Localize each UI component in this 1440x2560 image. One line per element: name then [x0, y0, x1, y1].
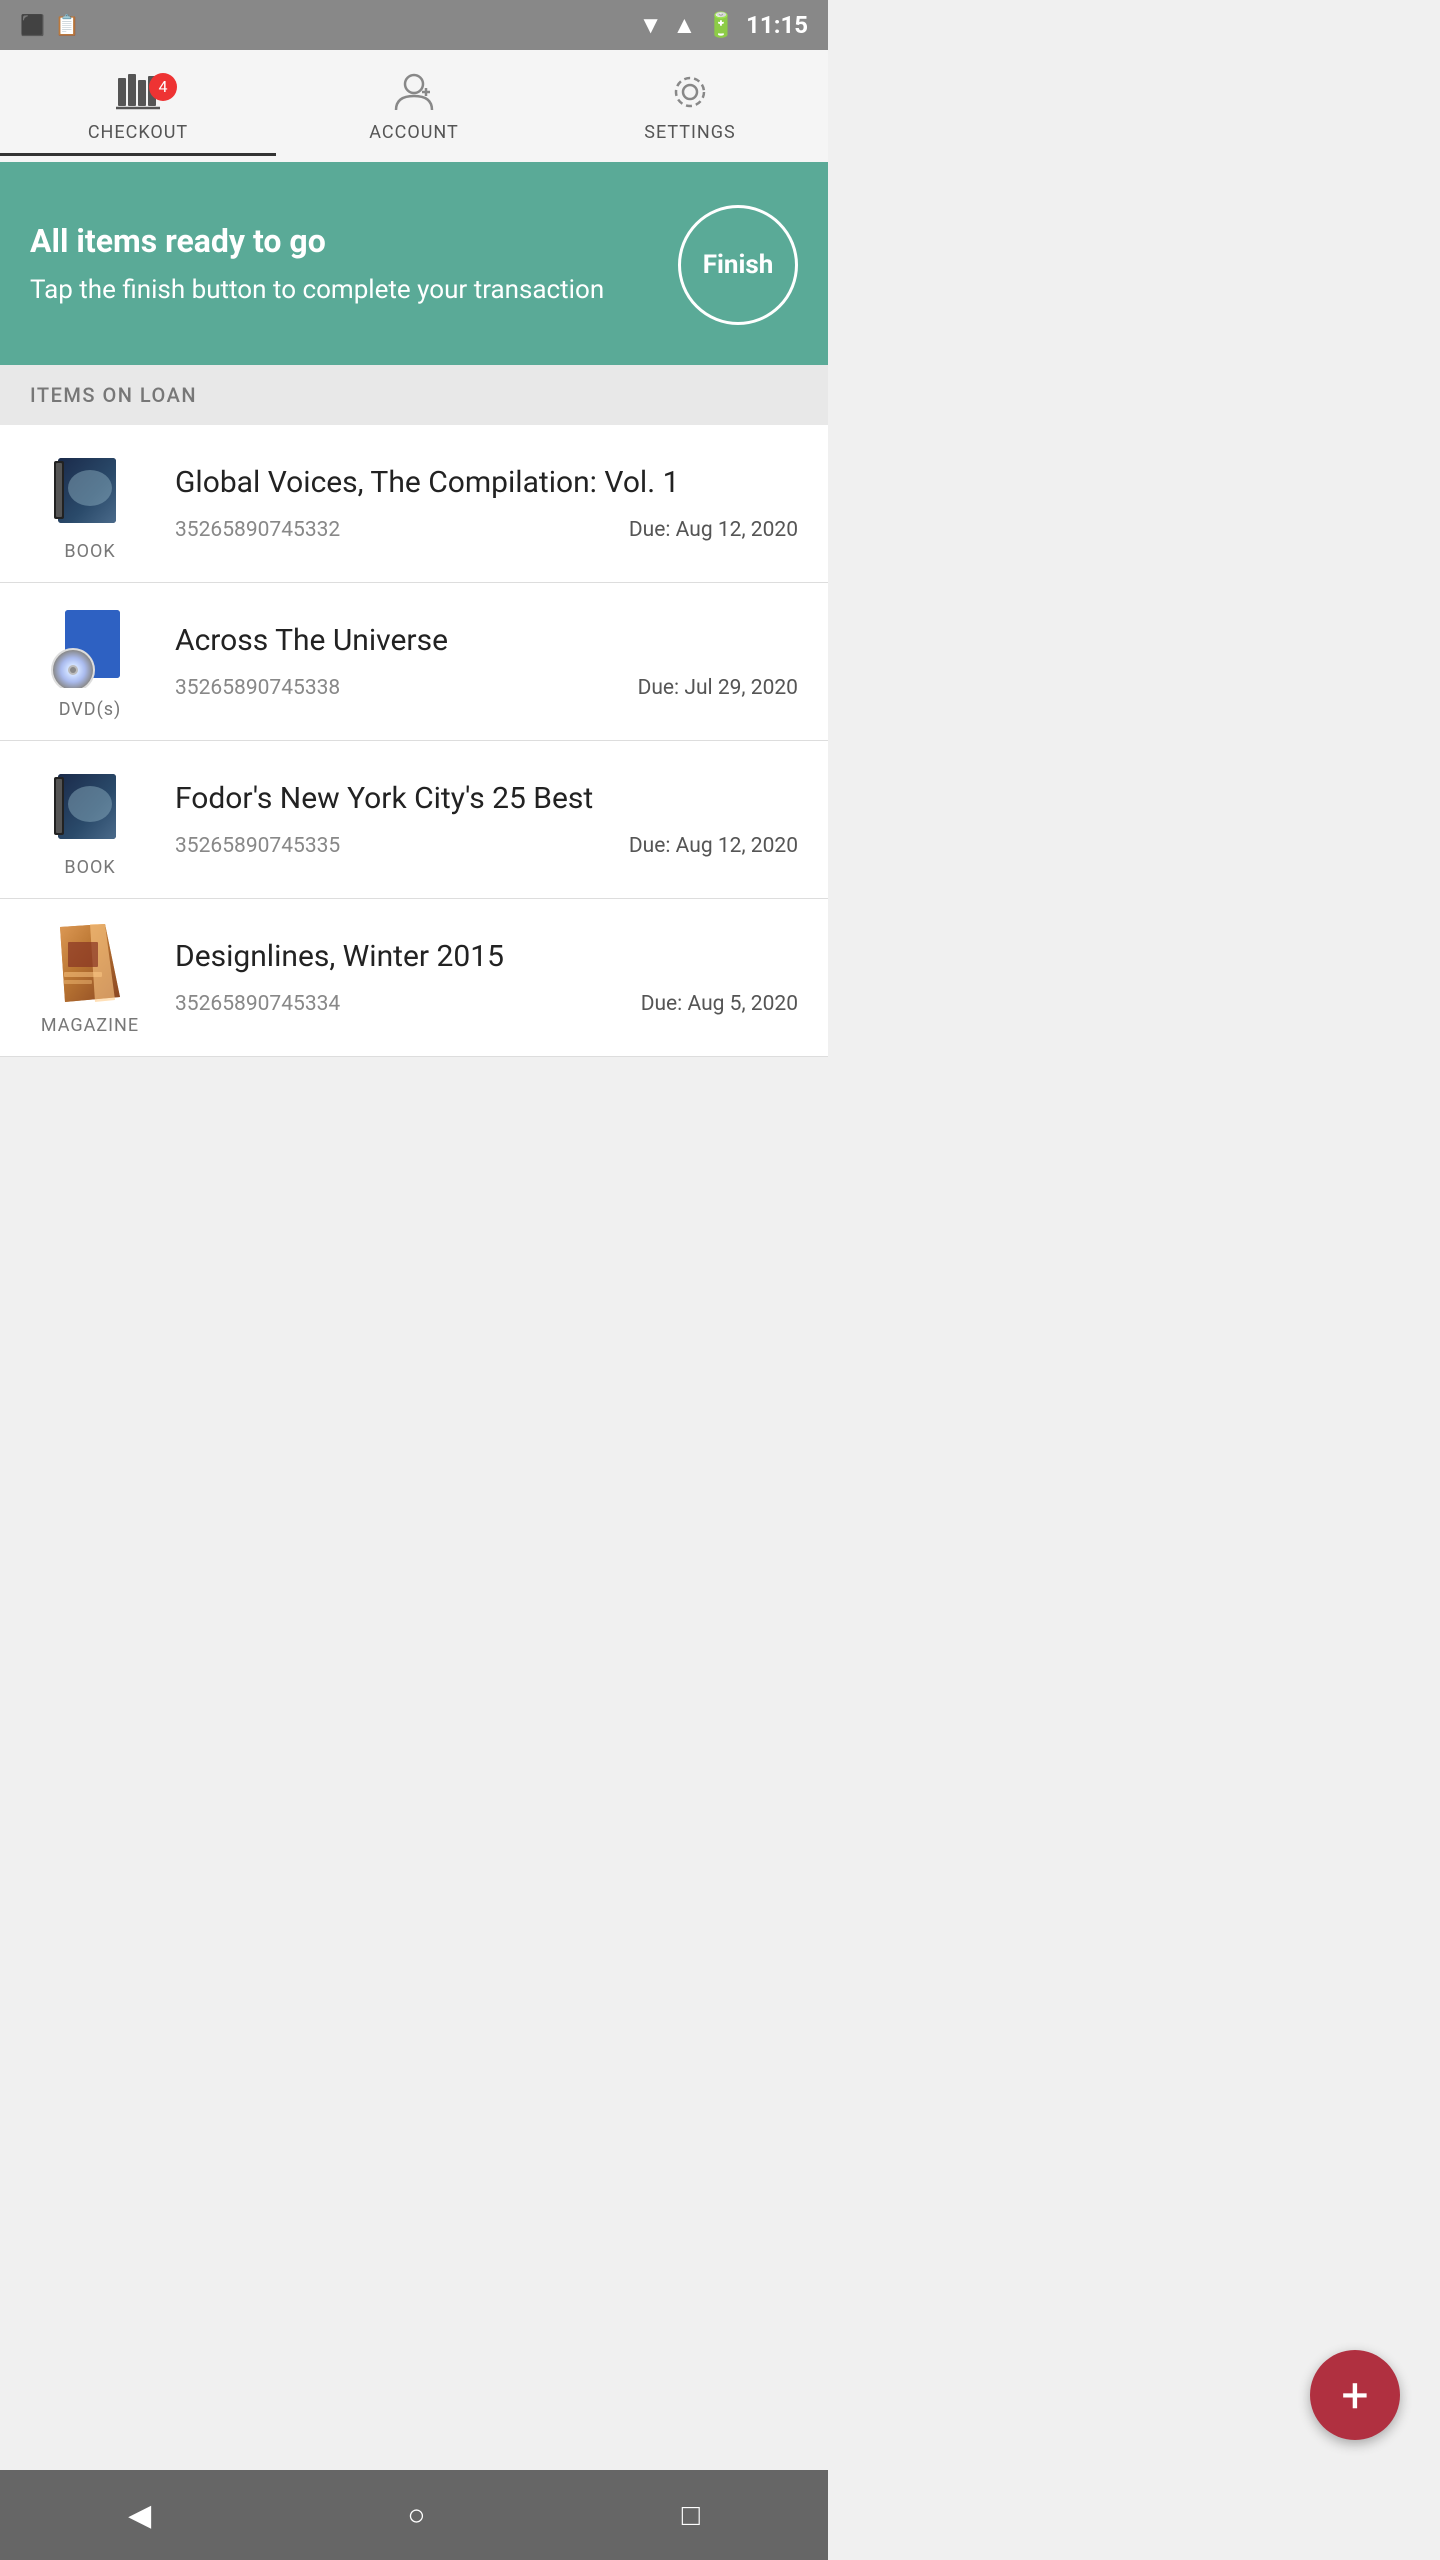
item-title-4: Designlines, Winter 2015	[175, 939, 798, 974]
item-media-magazine: MAGAZINE	[30, 919, 150, 1036]
item-type-2: DVD(s)	[59, 699, 122, 720]
item-due-2: Due: Jul 29, 2020	[638, 676, 798, 700]
status-right-icons: ▼ ▲ 🔋 11:15	[639, 11, 808, 40]
item-barcode-1: 35265890745332	[175, 518, 340, 542]
battery-icon: 🔋	[706, 11, 736, 39]
book-icon-1	[40, 445, 140, 535]
back-button[interactable]: ◀	[98, 2488, 181, 2543]
item-meta-1: 35265890745332 Due: Aug 12, 2020	[175, 518, 798, 542]
checkout-badge: 4	[149, 73, 177, 101]
item-meta-3: 35265890745335 Due: Aug 12, 2020	[175, 834, 798, 858]
home-button[interactable]: ○	[377, 2488, 455, 2543]
banner-subtitle: Tap the finish button to complete your t…	[30, 272, 604, 308]
item-title-2: Across The Universe	[175, 623, 798, 658]
item-type-1: BOOK	[64, 541, 115, 562]
item-details-1: Global Voices, The Compilation: Vol. 1 3…	[175, 465, 798, 542]
list-item: MAGAZINE Designlines, Winter 2015 352658…	[0, 899, 828, 1057]
item-details-4: Designlines, Winter 2015 35265890745334 …	[175, 939, 798, 1016]
bottom-space	[0, 1057, 828, 1257]
tab-bar: 4 CHECKOUT ACCOUNT SETTINGS	[0, 50, 828, 165]
account-label: ACCOUNT	[369, 122, 458, 143]
list-item: DVD(s) Across The Universe 3526589074533…	[0, 583, 828, 741]
book-icon-2	[40, 761, 140, 851]
item-type-3: BOOK	[64, 857, 115, 878]
tab-account[interactable]: ACCOUNT	[276, 60, 552, 153]
tab-settings[interactable]: SETTINGS	[552, 60, 828, 153]
account-icon	[392, 70, 436, 114]
item-meta-2: 35265890745338 Due: Jul 29, 2020	[175, 676, 798, 700]
list-item: BOOK Global Voices, The Compilation: Vol…	[0, 425, 828, 583]
list-item: BOOK Fodor's New York City's 25 Best 352…	[0, 741, 828, 899]
item-barcode-2: 35265890745338	[175, 676, 340, 700]
item-list: BOOK Global Voices, The Compilation: Vol…	[0, 425, 828, 1057]
tab-checkout[interactable]: 4 CHECKOUT	[0, 60, 276, 156]
checkout-label: CHECKOUT	[88, 122, 188, 143]
item-details-2: Across The Universe 35265890745338 Due: …	[175, 623, 798, 700]
checkout-icon-wrap: 4	[114, 70, 162, 114]
banner: All items ready to go Tap the finish but…	[0, 165, 828, 365]
item-media-dvd: DVD(s)	[30, 603, 150, 720]
item-media-book1: BOOK	[30, 445, 150, 562]
item-type-4: MAGAZINE	[41, 1015, 139, 1036]
items-on-loan-header: ITEMS ON LOAN	[0, 365, 828, 425]
item-barcode-4: 35265890745334	[175, 992, 340, 1016]
item-barcode-3: 35265890745335	[175, 834, 340, 858]
clock: 11:15	[746, 11, 808, 39]
item-title-1: Global Voices, The Compilation: Vol. 1	[175, 465, 798, 500]
item-details-3: Fodor's New York City's 25 Best 35265890…	[175, 781, 798, 858]
finish-button[interactable]: Finish	[678, 205, 798, 325]
item-title-3: Fodor's New York City's 25 Best	[175, 781, 798, 816]
dvd-icon	[40, 603, 140, 693]
item-media-book2: BOOK	[30, 761, 150, 878]
sim-icon: ⬛	[20, 13, 45, 37]
item-due-3: Due: Aug 12, 2020	[629, 834, 798, 858]
banner-title: All items ready to go	[30, 222, 604, 260]
magazine-icon	[40, 919, 140, 1009]
banner-text: All items ready to go Tap the finish but…	[30, 222, 604, 308]
wifi-icon: ▼	[639, 11, 663, 40]
settings-label: SETTINGS	[644, 122, 735, 143]
signal-icon: ▲	[673, 11, 697, 40]
recent-button[interactable]: □	[652, 2488, 730, 2543]
item-due-1: Due: Aug 12, 2020	[629, 518, 798, 542]
add-item-button[interactable]: +	[1310, 2350, 1400, 2440]
settings-icon	[668, 70, 712, 114]
android-nav-bar: ◀ ○ □	[0, 2470, 828, 2560]
sd-icon: 📋	[55, 13, 80, 37]
status-bar: ⬛ 📋 ▼ ▲ 🔋 11:15	[0, 0, 828, 50]
status-left-icons: ⬛ 📋	[20, 13, 80, 37]
item-meta-4: 35265890745334 Due: Aug 5, 2020	[175, 992, 798, 1016]
item-due-4: Due: Aug 5, 2020	[641, 992, 798, 1016]
